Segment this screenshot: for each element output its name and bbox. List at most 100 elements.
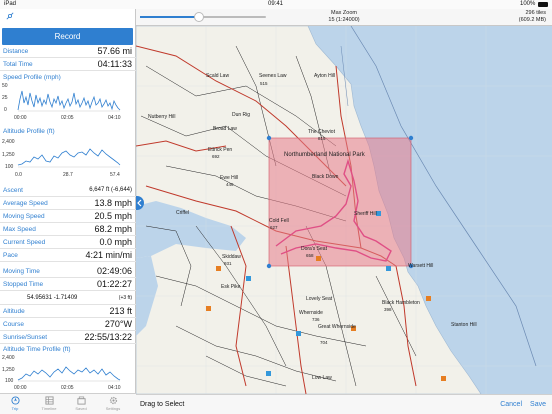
moving-speed-label: Moving Speed xyxy=(3,213,45,220)
collapse-sidebar-handle[interactable] xyxy=(136,196,144,210)
avg-speed-value: 13.8 mph xyxy=(94,198,132,208)
map-bottom-bar: Drag to Select Cancel Save xyxy=(136,394,552,414)
tab-trip[interactable]: Trip xyxy=(2,396,28,414)
avg-speed-label: Average Speed xyxy=(3,200,48,207)
elevation-658: 658 xyxy=(306,253,314,258)
map-view[interactable]: Scald Law Seenes Law Ayton Hill Dun Rig … xyxy=(136,26,552,394)
stopped-time-value: 01:22:27 xyxy=(96,279,132,289)
alt-x-tick-1: 28.7 xyxy=(63,172,73,178)
tiles-size: (609.2 MB) xyxy=(518,17,546,23)
save-button[interactable]: Save xyxy=(530,401,546,408)
max-speed-label: Max Speed xyxy=(3,226,36,233)
altitude-row: Altitude 213 ft xyxy=(0,305,136,318)
alt-y-tick-2400: 2,400 xyxy=(2,139,15,145)
alttime-y-tick-2400: 2,400 xyxy=(2,355,15,361)
speed-x-tick-0: 00:00 xyxy=(14,115,27,121)
device-label: iPad xyxy=(4,1,17,7)
sunrise-value: 22:55/13:22 xyxy=(84,332,132,342)
speed-profile-title: Speed Profile (mph) xyxy=(3,74,61,81)
label-northumberland: Northumberland National Park xyxy=(284,152,366,158)
current-speed-row: Current Speed 0.0 mph xyxy=(0,236,136,249)
selection-handle-tr xyxy=(408,135,414,141)
selection-handle-tl xyxy=(266,135,272,141)
alttime-x-tick-1: 02:05 xyxy=(61,385,74,391)
max-speed-value: 68.2 mph xyxy=(94,224,132,234)
label-lovely-seat: Lovely Seat xyxy=(306,296,333,302)
total-time-row: Total Time 04:11:33 xyxy=(0,58,136,71)
distance-value: 57.66 mi xyxy=(97,46,132,56)
moving-time-value: 02:49:06 xyxy=(96,266,132,276)
altitude-time-line xyxy=(17,366,121,381)
cancel-button[interactable]: Cancel xyxy=(500,401,522,408)
record-button[interactable]: Record xyxy=(2,28,133,45)
label-broad-law: Broad Law xyxy=(213,126,237,132)
elevation-627: 627 xyxy=(270,225,278,230)
tab-timeline[interactable]: Timeline xyxy=(36,396,62,414)
moving-speed-value: 20.5 mph xyxy=(94,211,132,221)
gps-satellite-icon[interactable] xyxy=(6,12,14,20)
label-the-cheviot: The Cheviot xyxy=(308,129,336,135)
total-time-value: 04:11:33 xyxy=(97,59,132,69)
alttime-x-tick-0: 00:00 xyxy=(14,385,27,391)
altitude-profile-chart[interactable]: 2,400 1,250 100 0.0 28.7 57.4 xyxy=(0,135,136,181)
elevation-736: 736 xyxy=(312,317,320,322)
label-whernside: Whernside xyxy=(299,310,323,316)
distance-label: Distance xyxy=(3,48,29,55)
max-speed-row: Max Speed 68.2 mph xyxy=(0,223,136,236)
stopped-time-label: Stopped Time xyxy=(3,281,44,288)
label-black-down: Black Down xyxy=(312,174,339,180)
label-low-law: Low Law xyxy=(312,375,332,381)
status-time: 09:41 xyxy=(268,1,284,7)
tab-bar: Trip Timeline Saved Settings xyxy=(0,393,136,414)
elevation-815: 815 xyxy=(318,136,326,141)
altitude-value: 213 ft xyxy=(109,306,132,316)
alttime-y-tick-1250: 1,250 xyxy=(2,367,15,373)
coordinates-row[interactable]: 54.95631 -1.71409 (+3 ft) xyxy=(0,292,136,305)
pace-row: Pace 4:21 min/mi xyxy=(0,249,136,262)
alttime-x-tick-2: 04:10 xyxy=(108,385,121,391)
label-esk-pike: Esk Pike xyxy=(221,284,241,290)
current-speed-label: Current Speed xyxy=(3,239,46,246)
moving-time-label: Moving Time xyxy=(3,268,40,275)
altitude-profile-title: Altitude Profile (ft) xyxy=(3,128,55,135)
elevation-398: 398 xyxy=(384,307,392,312)
speed-profile-chart[interactable]: 50 25 0 00:00 02:05 04:10 xyxy=(0,81,136,125)
elevation-931: 931 xyxy=(224,261,232,266)
tab-saved[interactable]: Saved xyxy=(68,396,94,414)
tab-timeline-label: Timeline xyxy=(41,406,57,411)
elevation-446: 446 xyxy=(226,182,234,187)
distance-row: Distance 57.66 mi xyxy=(0,45,136,58)
label-stanton-hill: Stanton Hill xyxy=(451,322,477,328)
sunrise-label: Sunrise/Sunset xyxy=(3,334,48,341)
total-time-label: Total Time xyxy=(3,61,33,68)
alt-y-tick-100: 100 xyxy=(5,164,14,170)
altitude-profile-line xyxy=(17,148,121,166)
map-canvas[interactable]: Scald Law Seenes Law Ayton Hill Dun Rig … xyxy=(136,26,552,394)
alt-x-tick-0: 0.0 xyxy=(15,172,22,178)
altitude-time-chart[interactable]: 2,400 1,250 100 00:00 02:05 04:10 xyxy=(0,352,136,392)
timeline-icon xyxy=(44,396,54,405)
tab-trip-label: Trip xyxy=(11,406,19,411)
label-nutberry-hill: Nutberry Hill xyxy=(148,114,176,120)
speed-profile-line xyxy=(17,90,121,111)
speed-y-tick-0: 0 xyxy=(4,107,7,113)
trip-sidebar: Record Distance 57.66 mi Total Time 04:1… xyxy=(0,9,136,414)
speed-x-tick-2: 04:10 xyxy=(108,115,121,121)
moving-time-row: Moving Time 02:49:06 xyxy=(0,265,136,278)
alt-x-tick-2: 57.4 xyxy=(110,172,120,178)
label-dun-rig: Dun Rig xyxy=(232,112,250,118)
coordinates-value: 54.95631 -1.71409 xyxy=(27,295,78,301)
selection-handle-bl xyxy=(266,263,272,269)
course-row: Course 270°W xyxy=(0,318,136,331)
label-great-whernside: Great Whernside xyxy=(318,324,356,330)
tiles-count: 296 tiles xyxy=(525,10,547,16)
tab-settings[interactable]: Settings xyxy=(100,396,126,414)
moving-speed-row: Moving Speed 20.5 mph xyxy=(0,210,136,223)
elevation-515: 515 xyxy=(260,81,268,86)
alt-y-tick-1250: 1,250 xyxy=(2,152,15,158)
ascent-value: 6,647 ft (-6,644) xyxy=(89,187,132,193)
zoom-value: 15 (1:24000) xyxy=(328,17,360,23)
label-sheriff-hill: Sheriff Hill xyxy=(354,211,377,217)
label-warsett-hill: Warsett Hill xyxy=(408,263,433,269)
ascent-row: Ascent 6,647 ft (-6,644) xyxy=(0,184,136,197)
